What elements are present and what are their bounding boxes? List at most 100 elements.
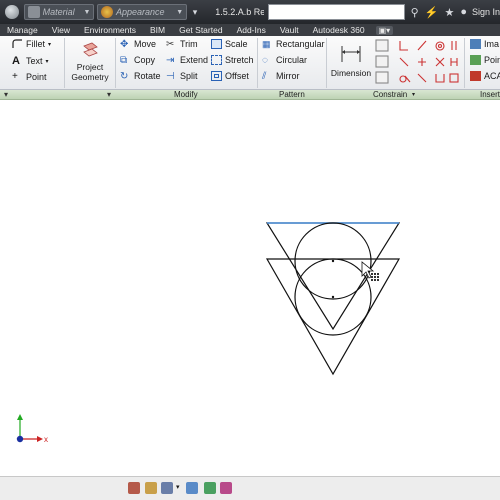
tab-autodesk-360[interactable]: Autodesk 360 [306, 24, 372, 36]
point-icon: + [12, 71, 18, 82]
chevron-down-icon[interactable]: ▾ [176, 483, 180, 491]
text-icon: A [12, 55, 20, 67]
project-geometry-button[interactable]: Project Geometry [68, 38, 112, 86]
circular-label: Circular [276, 55, 308, 65]
trim-button[interactable]: ✂ Trim [166, 39, 198, 50]
lower-triangle[interactable] [265, 258, 401, 376]
tab-environments[interactable]: Environments [77, 24, 143, 36]
center-point[interactable] [331, 259, 335, 263]
offset-label: Offset [225, 71, 249, 81]
constraint-display-icon[interactable] [145, 482, 157, 494]
copy-icon: ⧉ [120, 55, 128, 66]
tab-add-ins[interactable]: Add-Ins [230, 24, 273, 36]
ribbon-options-button[interactable]: ▣▾ [375, 25, 394, 35]
user-icon[interactable]: ● [460, 6, 467, 18]
status-bar: ▾ [0, 476, 500, 500]
help-search-input[interactable] [268, 4, 405, 20]
mirror-icon: ⫽ [262, 71, 267, 82]
constrain-panel-label[interactable]: Constrain [373, 90, 407, 100]
copy-label: Copy [134, 55, 156, 65]
center-point[interactable] [331, 295, 335, 299]
quick-access-more-icon[interactable]: ▾ [193, 7, 198, 18]
insert-points-button[interactable]: Poin [470, 55, 500, 65]
stretch-icon [211, 55, 222, 65]
constraint-icons [375, 39, 459, 84]
dimension-label: Dimension [330, 68, 372, 78]
rotate-label: Rotate [134, 71, 161, 81]
subscription-icon[interactable]: ⚡ [425, 6, 439, 19]
copy-button[interactable]: ⧉ Copy [120, 55, 156, 66]
chevron-down-icon[interactable]: ▾ [412, 90, 415, 100]
offset-button[interactable]: Offset [211, 71, 249, 81]
fillet-button[interactable]: Fillet ▾ [12, 39, 51, 49]
rotate-button[interactable]: ↻ Rotate [120, 71, 161, 82]
pattern-panel-label[interactable]: Pattern [279, 90, 305, 100]
app-menu-button[interactable] [5, 5, 19, 19]
extend-icon: ⇥ [166, 55, 175, 66]
rotate-icon: ↻ [120, 71, 129, 82]
insert-points-label: Poin [484, 55, 500, 65]
insert-image-button[interactable]: Ima [470, 39, 499, 49]
trim-label: Trim [180, 39, 198, 49]
chevron-down-icon[interactable]: ▾ [4, 90, 8, 100]
stretch-button[interactable]: Stretch [211, 55, 254, 65]
sketch-grid-icon[interactable] [128, 482, 140, 494]
appearance-label: Appearance [115, 7, 165, 17]
appearance-dropdown[interactable]: Appearance ▼ [96, 4, 187, 20]
ribbon-separator [326, 38, 327, 88]
scale-icon [211, 39, 222, 49]
look-at-icon[interactable] [204, 482, 216, 494]
trim-icon: ✂ [166, 39, 175, 50]
document-title: 1.5.2.A.b Re... [215, 7, 265, 17]
appearance-sphere-icon [100, 6, 113, 18]
scale-button[interactable]: Scale [211, 39, 248, 49]
dimension-icon [341, 46, 361, 62]
material-label: Material [42, 7, 75, 17]
sketch-canvas[interactable]: x [0, 100, 500, 476]
stretch-label: Stretch [225, 55, 254, 65]
point-button[interactable]: + Point [12, 71, 47, 82]
chevron-down-icon: ▼ [176, 8, 184, 16]
favorites-star-icon[interactable]: ★ [444, 6, 454, 19]
extend-button[interactable]: ⇥ Extend [166, 55, 208, 66]
sign-in-link[interactable]: Sign In [472, 7, 500, 17]
sketch-drawing[interactable]: x [0, 100, 500, 476]
dof-display-icon[interactable] [161, 482, 173, 494]
tab-get-started[interactable]: Get Started [172, 24, 229, 36]
fillet-icon [12, 39, 22, 48]
relax-mode-icon[interactable] [220, 482, 232, 494]
scale-label: Scale [225, 39, 248, 49]
upper-triangle[interactable] [265, 222, 401, 331]
point-label: Point [26, 71, 47, 82]
ribbon-separator [257, 38, 258, 88]
project-label: Project [76, 62, 104, 72]
mirror-button[interactable]: ⫽ Mirror [262, 71, 300, 82]
modify-panel-label[interactable]: Modify [174, 90, 198, 100]
circular-pattern-icon: ◌ [262, 55, 268, 66]
tab-manage[interactable]: Manage [0, 24, 45, 36]
insert-panel-label[interactable]: Insert [480, 90, 500, 100]
text-label: Text [26, 56, 43, 66]
tab-view[interactable]: View [45, 24, 77, 36]
move-button[interactable]: ✥ Move [120, 39, 157, 50]
text-button[interactable]: A Text ▾ [12, 55, 49, 67]
material-swatch-icon [27, 6, 40, 18]
move-label: Move [134, 39, 157, 49]
rectangular-pattern-button[interactable]: ▦ Rectangular [262, 39, 325, 49]
chevron-down-icon: ▼ [83, 8, 91, 16]
mirror-label: Mirror [276, 71, 300, 81]
material-dropdown[interactable]: Material ▼ [23, 4, 94, 20]
insert-acad-button[interactable]: ACA [470, 71, 500, 81]
slice-graphics-icon[interactable] [186, 482, 198, 494]
split-button[interactable]: ⊣ Split [166, 71, 198, 82]
tab-vault[interactable]: Vault [273, 24, 306, 36]
insert-image-label: Ima [484, 39, 500, 49]
ribbon-tabs: Manage View Environments BIM Get Started… [0, 24, 500, 36]
dimension-button[interactable]: Dimension [330, 38, 372, 86]
split-label: Split [180, 71, 198, 81]
binoculars-icon[interactable]: ⚲ [411, 6, 419, 19]
chevron-down-icon[interactable]: ▾ [107, 90, 111, 100]
tab-bim[interactable]: BIM [143, 24, 172, 36]
ribbon-panel: Fillet ▾ A Text ▾ + Point Project Geomet… [0, 36, 500, 90]
circular-pattern-button[interactable]: ◌ Circular [262, 55, 308, 66]
